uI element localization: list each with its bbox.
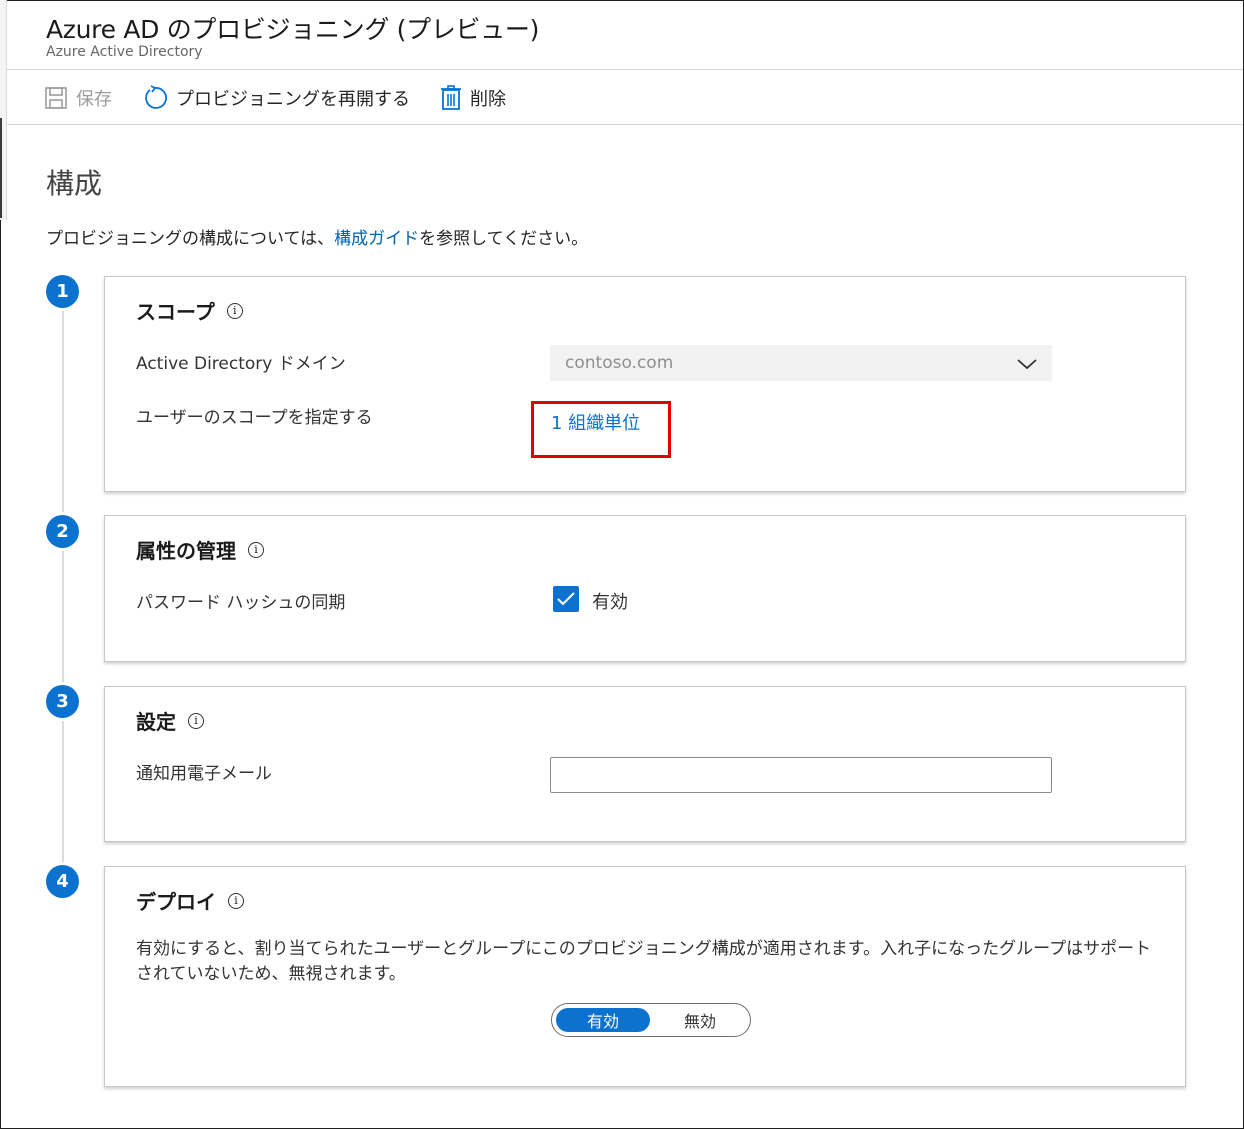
chevron-down-icon — [1017, 359, 1037, 370]
settings-title: 設定 i — [136, 706, 204, 735]
toolbar-divider — [6, 124, 1243, 125]
scope-title: スコープ i — [136, 296, 243, 325]
settings-title-text: 設定 — [136, 710, 176, 734]
deploy-card: デプロイ i 有効にすると、割り当てられたユーザーとグループにこのプロビジョニン… — [104, 866, 1186, 1087]
restart-provisioning-button[interactable]: プロビジョニングを再開する — [142, 85, 410, 111]
delete-label: 削除 — [470, 89, 506, 110]
info-icon[interactable]: i — [228, 892, 244, 909]
deploy-title-text: デプロイ — [136, 890, 216, 914]
scope-card: スコープ i Active Directory ドメイン contoso.com… — [104, 276, 1186, 492]
header-divider — [6, 69, 1243, 70]
trash-icon — [441, 85, 461, 110]
delete-button[interactable]: 削除 — [440, 85, 506, 111]
step-connector-line — [62, 300, 64, 890]
step-number-2: 2 — [46, 515, 79, 548]
checkmark-icon — [557, 592, 575, 606]
notification-email-label: 通知用電子メール — [136, 764, 272, 784]
info-icon[interactable]: i — [188, 712, 204, 729]
save-icon — [45, 87, 67, 109]
refresh-icon — [145, 85, 167, 109]
domain-dropdown[interactable]: contoso.com — [550, 345, 1052, 381]
step-number-3: 3 — [46, 685, 79, 718]
toggle-option-disabled[interactable]: 無効 — [656, 1008, 744, 1032]
save-label: 保存 — [76, 89, 112, 110]
intro-text-before: プロビジョニングの構成については、 — [46, 229, 335, 249]
command-bar: 保存 プロビジョニングを再開する 削除 — [44, 82, 536, 114]
highlight-box — [531, 401, 671, 458]
info-icon[interactable]: i — [248, 541, 264, 558]
save-button[interactable]: 保存 — [44, 85, 112, 111]
domain-label: Active Directory ドメイン — [136, 354, 346, 374]
config-guide-link[interactable]: 構成ガイド — [334, 229, 419, 249]
intro-text: プロビジョニングの構成については、構成ガイドを参照してください。 — [46, 224, 588, 249]
intro-text-after: を参照してください。 — [419, 229, 589, 249]
scope-title-text: スコープ — [136, 300, 215, 324]
settings-card: 設定 i 通知用電子メール — [104, 686, 1186, 842]
user-scope-label: ユーザーのスコープを指定する — [136, 408, 373, 428]
toggle-option-enabled[interactable]: 有効 — [556, 1008, 650, 1032]
restart-label: プロビジョニングを再開する — [176, 89, 410, 110]
step-number-1: 1 — [46, 275, 79, 308]
attribute-management-card: 属性の管理 i パスワード ハッシュの同期 有効 — [104, 515, 1186, 662]
notification-email-field[interactable] — [550, 757, 1052, 793]
password-hash-sync-label: パスワード ハッシュの同期 — [136, 593, 346, 613]
info-icon[interactable]: i — [226, 302, 243, 319]
deploy-description: 有効にすると、割り当てられたユーザーとグループにこのプロビジョニング構成が適用さ… — [136, 939, 1152, 984]
section-title: 構成 — [46, 167, 103, 200]
page-title: Azure AD のプロビジョニング (プレビュー) — [46, 15, 540, 44]
left-edge-marker — [0, 118, 2, 218]
password-hash-sync-checkbox-label: 有効 — [592, 592, 628, 613]
attribute-management-title: 属性の管理 i — [136, 535, 264, 564]
step-number-4: 4 — [46, 865, 79, 898]
page-subtitle: Azure Active Directory — [46, 44, 203, 60]
password-hash-sync-checkbox[interactable] — [553, 586, 579, 612]
domain-dropdown-value: contoso.com — [565, 353, 674, 373]
deploy-title: デプロイ i — [136, 886, 244, 915]
deploy-toggle[interactable]: 有効 無効 — [551, 1003, 751, 1037]
attribute-management-title-text: 属性の管理 — [136, 539, 236, 563]
